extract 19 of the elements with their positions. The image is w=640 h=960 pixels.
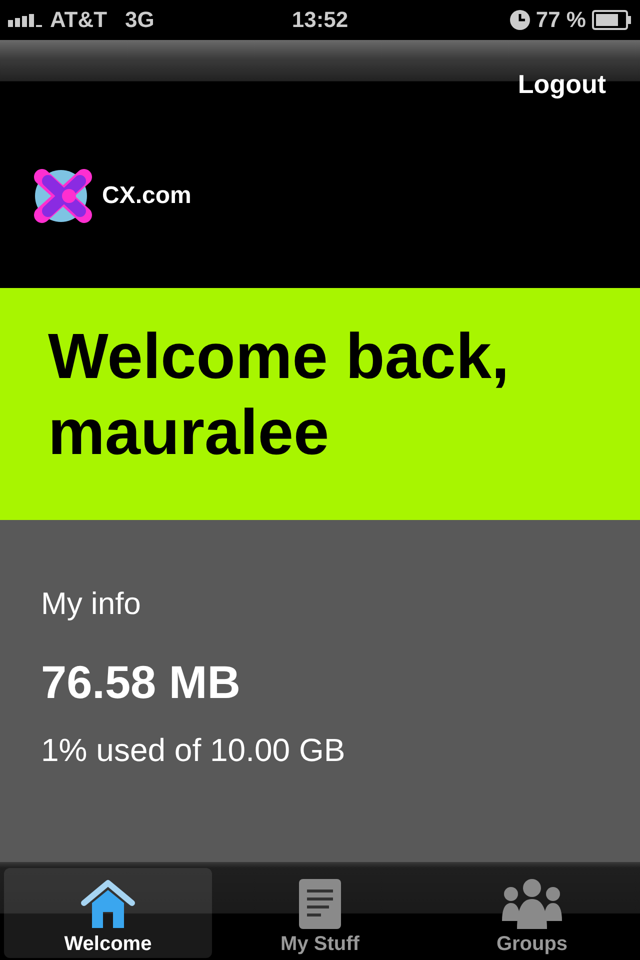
clock-icon	[510, 10, 530, 30]
battery-percent: 77 %	[536, 7, 586, 33]
battery-icon	[592, 10, 632, 30]
storage-usage: 1% used of 10.00 GB	[41, 731, 346, 770]
welcome-heading: Welcome back, mauralee	[48, 319, 510, 470]
carrier-label: AT&T	[50, 7, 108, 33]
network-label: 3G	[125, 7, 154, 33]
info-heading: My info	[41, 585, 142, 623]
clock-time: 13:52	[292, 7, 348, 33]
document-icon	[299, 879, 341, 929]
people-icon	[502, 879, 562, 929]
house-icon	[80, 879, 136, 929]
tab[interactable]: Groups	[428, 868, 636, 958]
tab[interactable]: Welcome	[4, 868, 212, 958]
signal-icon	[8, 13, 44, 27]
logo-text: CX.com	[102, 182, 192, 210]
storage-amount: 76.58 MB	[41, 656, 242, 708]
logout-link[interactable]: Logout	[518, 69, 606, 100]
tab[interactable]: My Stuff	[216, 868, 424, 958]
